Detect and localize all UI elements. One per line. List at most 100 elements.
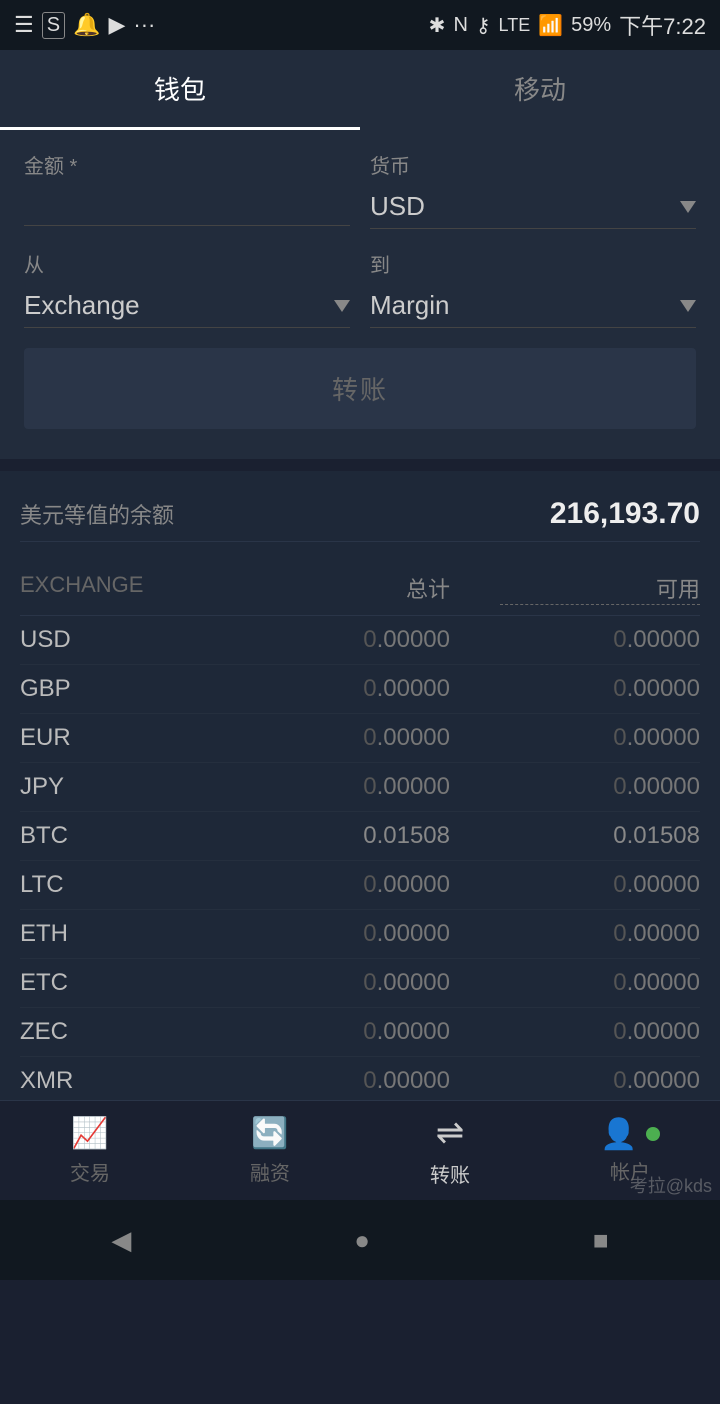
col-avail-label: 可用	[500, 572, 700, 605]
currency-avail: 0.00000	[500, 675, 700, 703]
currency-name: JPY	[20, 773, 200, 801]
currency-avail: 0.00000	[500, 969, 700, 997]
from-label: 从	[24, 249, 350, 278]
table-row: ZEC 0.00000 0.00000	[20, 1008, 700, 1057]
recent-button[interactable]: ■	[593, 1225, 609, 1256]
status-bar: ☰ S 🔔 ▶ ··· ✱ Ν ⚷ LTE 📶 59% 下午7:22	[0, 0, 720, 50]
currency-name: LTC	[20, 871, 200, 899]
nav-trade-label: 交易	[70, 1157, 110, 1186]
table-row: BTC 0.01508 0.01508	[20, 812, 700, 861]
amount-group: 金额 *	[24, 150, 350, 229]
main-tab-bar: 钱包 移动	[0, 50, 720, 130]
balance-section: 美元等值的余额 216,193.70	[0, 471, 720, 558]
tab-wallet[interactable]: 钱包	[0, 50, 360, 130]
currency-name: ETH	[20, 920, 200, 948]
currency-total: 0.00000	[250, 920, 450, 948]
transfer-button[interactable]: 转账	[24, 348, 696, 429]
trade-icon: 📈	[71, 1116, 108, 1151]
table-row: USD 0.00000 0.00000	[20, 616, 700, 665]
currency-name: EUR	[20, 724, 200, 752]
currency-value: USD	[370, 191, 672, 222]
status-left-icons: ☰ S 🔔 ▶ ···	[14, 12, 155, 39]
finance-icon: 🔄	[251, 1116, 288, 1151]
currency-total: 0.01508	[250, 822, 450, 850]
currency-name: ETC	[20, 969, 200, 997]
amount-input[interactable]	[24, 185, 350, 226]
nav-item-transfer[interactable]: ⇌ 转账	[360, 1101, 540, 1200]
to-select[interactable]: Margin	[370, 284, 696, 328]
nav-transfer-label: 转账	[430, 1159, 470, 1188]
col-total-label: 总计	[250, 572, 450, 605]
lte-label: LTE	[499, 15, 531, 36]
table-row: XMR 0.00000 0.00000	[20, 1057, 700, 1106]
amount-label: 金额 *	[24, 150, 350, 179]
to-dropdown-arrow	[680, 300, 696, 312]
nav-item-finance[interactable]: 🔄 融资	[180, 1101, 360, 1200]
to-label: 到	[370, 249, 696, 278]
signal-icon: 📶	[538, 13, 563, 38]
currency-avail: 0.00000	[500, 920, 700, 948]
transfer-icon: ⇌	[436, 1113, 465, 1153]
table-row: ETH 0.00000 0.00000	[20, 910, 700, 959]
currency-name: USD	[20, 626, 200, 654]
currency-dropdown-arrow	[680, 201, 696, 213]
from-value: Exchange	[24, 290, 326, 321]
table-row: LTC 0.00000 0.00000	[20, 861, 700, 910]
currency-avail: 0.00000	[500, 773, 700, 801]
currency-avail: 0.00000	[500, 1018, 700, 1046]
nav-finance-label: 融资	[250, 1157, 290, 1186]
from-group: 从 Exchange	[24, 249, 350, 328]
currency-avail: 0.00000	[500, 1067, 700, 1095]
table-row: GBP 0.00000 0.00000	[20, 665, 700, 714]
icon-more: ···	[133, 12, 155, 38]
currency-name: BTC	[20, 822, 200, 850]
watermark: 考拉@kds	[630, 1172, 712, 1198]
currency-avail: 0.00000	[500, 724, 700, 752]
account-icon: 👤	[600, 1117, 637, 1152]
back-button[interactable]: ◀	[111, 1225, 131, 1256]
bluetooth-icon: ✱	[429, 13, 446, 38]
currency-name: GBP	[20, 675, 200, 703]
to-group: 到 Margin	[370, 249, 696, 328]
table-row: EUR 0.00000 0.00000	[20, 714, 700, 763]
form-row-from-to: 从 Exchange 到 Margin	[24, 249, 696, 328]
currency-total: 0.00000	[250, 1067, 450, 1095]
transfer-button-wrapper: 转账	[24, 348, 696, 429]
currency-total: 0.00000	[250, 871, 450, 899]
currency-name: XMR	[20, 1067, 200, 1095]
time-display: 下午7:22	[619, 9, 706, 41]
balance-value: 216,193.70	[550, 497, 700, 531]
android-nav-bar: ◀ ● ■	[0, 1200, 720, 1280]
account-online-dot	[646, 1127, 660, 1141]
table-row: JPY 0.00000 0.00000	[20, 763, 700, 812]
from-select[interactable]: Exchange	[24, 284, 350, 328]
form-row-amount-currency: 金额 * 货币 USD	[24, 150, 696, 229]
balance-label: 美元等值的余额	[20, 498, 174, 530]
currency-label: 货币	[370, 150, 696, 179]
currency-avail: 0.00000	[500, 626, 700, 654]
icon-menu: ☰	[14, 12, 34, 38]
col-exchange-label: EXCHANGE	[20, 572, 200, 605]
tab-move[interactable]: 移动	[360, 50, 720, 130]
currency-select[interactable]: USD	[370, 185, 696, 229]
from-dropdown-arrow	[334, 300, 350, 312]
currency-total: 0.00000	[250, 626, 450, 654]
transfer-form: 金额 * 货币 USD 从 Exchange 到 Margin	[0, 130, 720, 459]
currency-total: 0.00000	[250, 969, 450, 997]
currency-avail: 0.01508	[500, 822, 700, 850]
icon-play: ▶	[108, 12, 125, 38]
table-row: ETC 0.00000 0.00000	[20, 959, 700, 1008]
nav-item-trade[interactable]: 📈 交易	[0, 1101, 180, 1200]
currency-group: 货币 USD	[370, 150, 696, 229]
currency-total: 0.00000	[250, 773, 450, 801]
currency-total: 0.00000	[250, 724, 450, 752]
currency-total: 0.00000	[250, 675, 450, 703]
icon-notification: 🔔	[73, 12, 100, 38]
currency-avail: 0.00000	[500, 871, 700, 899]
home-button[interactable]: ●	[354, 1225, 370, 1256]
status-right-icons: ✱ Ν ⚷ LTE 📶 59% 下午7:22	[429, 9, 706, 41]
icon-g: S	[42, 12, 65, 39]
currency-total: 0.00000	[250, 1018, 450, 1046]
bottom-nav: 📈 交易 🔄 融资 ⇌ 转账 👤 帐户	[0, 1100, 720, 1200]
key-icon: ⚷	[476, 13, 491, 38]
